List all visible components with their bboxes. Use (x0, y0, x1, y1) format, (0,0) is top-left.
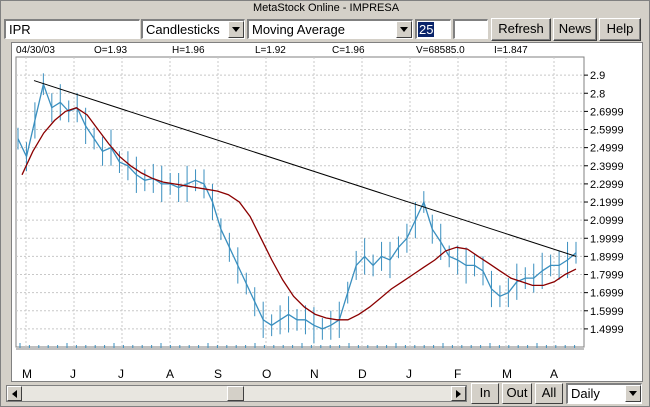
chart-type-value: Candlesticks (146, 22, 220, 37)
quote-close: C=1.96 (332, 45, 365, 56)
interval-value: Daily (571, 386, 600, 401)
quote-indicator: I=1.847 (494, 45, 528, 56)
x-tick-label: J (406, 367, 412, 381)
y-tick-label: 2.5999 (590, 125, 624, 137)
help-button[interactable]: Help (599, 18, 641, 41)
toolbar: IPR Candlesticks Moving Average 25 Refre… (1, 17, 650, 43)
chart-lines (17, 73, 577, 348)
interval-select[interactable]: Daily (566, 383, 642, 404)
y-tick-label: 2.6999 (590, 106, 624, 118)
x-tick-label: N (310, 367, 319, 381)
y-tick-label: 1.9999 (590, 233, 624, 245)
moving-average-line (21, 106, 577, 321)
chart-grid (15, 56, 585, 350)
y-tick-label: 1.8999 (590, 251, 624, 263)
y-tick-label: 1.7999 (590, 270, 624, 282)
y-tick-label: 2.1999 (590, 197, 624, 209)
horizontal-scrollbar[interactable] (6, 385, 467, 402)
news-button[interactable]: News (553, 18, 597, 41)
x-tick-label: M (22, 367, 32, 381)
scroll-left-icon[interactable] (7, 386, 22, 401)
chevron-down-icon[interactable] (625, 385, 641, 402)
quote-volume: V=68585.0 (416, 45, 465, 56)
scroll-thumb[interactable] (227, 386, 244, 401)
quote-open: O=1.93 (94, 45, 128, 56)
zoom-out-button[interactable]: Out (502, 383, 532, 404)
indicator-select[interactable]: Moving Average (247, 19, 413, 39)
trendline (33, 80, 577, 257)
refresh-button[interactable]: Refresh (491, 18, 551, 41)
y-tick-label: 1.4999 (590, 324, 624, 336)
price-chart[interactable]: 04/30/03 O=1.93 H=1.96 L=1.92 C=1.96 V=6… (11, 42, 643, 382)
y-tick-label: 2.0999 (590, 215, 624, 227)
x-tick-label: S (214, 367, 222, 381)
y-tick-label: 1.6999 (590, 288, 624, 300)
y-tick-label: 1.5999 (590, 306, 624, 318)
indicator-value: Moving Average (252, 22, 345, 37)
extra-input[interactable] (453, 19, 488, 39)
scroll-right-icon[interactable] (451, 386, 466, 401)
chevron-down-icon[interactable] (396, 21, 412, 38)
x-tick-label: A (550, 367, 558, 381)
y-tick-label: 2.2999 (590, 179, 624, 191)
quote-high: H=1.96 (172, 45, 205, 56)
y-tick-label: 2.4999 (590, 143, 624, 155)
x-tick-label: J (70, 367, 76, 381)
zoom-in-button[interactable]: In (471, 383, 499, 404)
x-axis: MJJASONDJFMA (22, 367, 558, 381)
chart-type-select[interactable]: Candlesticks (141, 19, 245, 39)
x-tick-label: O (262, 367, 271, 381)
quote-date: 04/30/03 (16, 45, 55, 56)
x-tick-label: D (358, 367, 367, 381)
y-axis: 2.9 2.8 2.6999 2.5999 2.4999 2.3999 2.2999 2.19… (584, 70, 624, 336)
bottom-bar: In Out All Daily (1, 382, 650, 407)
symbol-input[interactable]: IPR (4, 19, 140, 39)
x-tick-label: F (454, 367, 461, 381)
x-tick-label: J (118, 367, 124, 381)
y-tick-label: 2.9 (590, 70, 605, 82)
y-tick-label: 2.8 (590, 88, 605, 100)
period-value: 25 (418, 22, 435, 37)
app-window: MetaStock Online - IMPRESA IPR Candlesti… (0, 0, 650, 407)
x-tick-label: A (166, 367, 174, 381)
x-tick-label: M (502, 367, 512, 381)
chart-svg: 04/30/03 O=1.93 H=1.96 L=1.92 C=1.96 V=6… (15, 45, 624, 381)
chevron-down-icon[interactable] (228, 21, 244, 38)
window-title: MetaStock Online - IMPRESA (252, 2, 400, 14)
period-input[interactable]: 25 (415, 19, 451, 39)
y-tick-label: 2.3999 (590, 161, 624, 173)
quote-low: L=1.92 (255, 45, 286, 56)
zoom-all-button[interactable]: All (535, 383, 563, 404)
